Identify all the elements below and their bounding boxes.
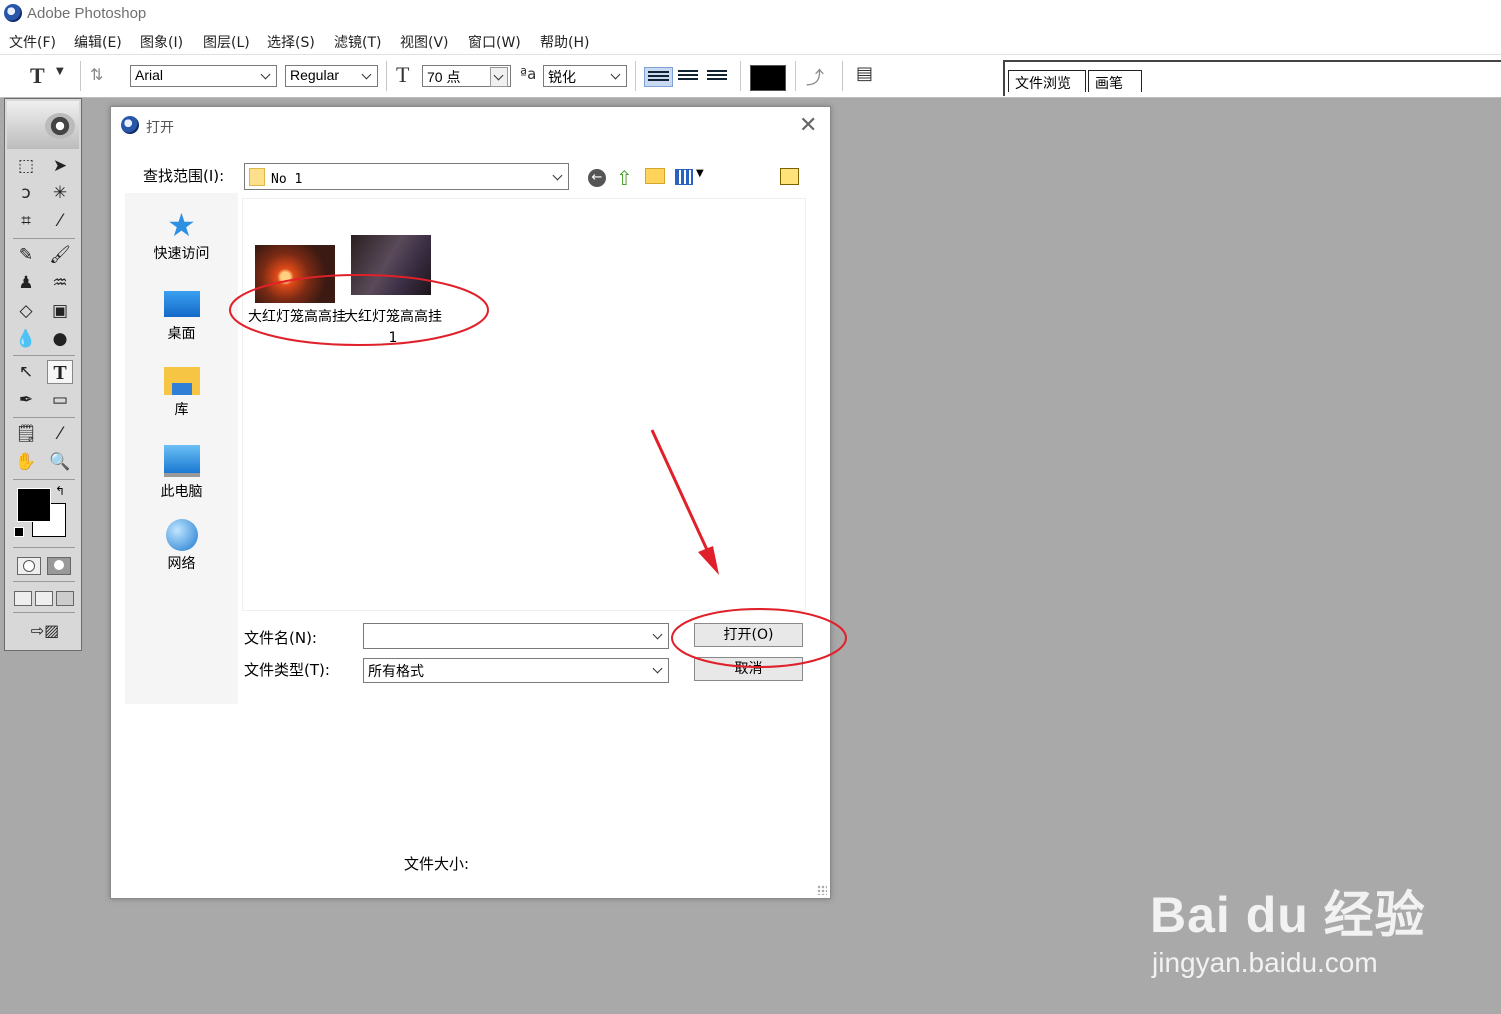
annotation-arrow-head — [698, 546, 719, 575]
watermark-brand: Bai du 经验 — [1150, 887, 1426, 943]
annotation-arrow-shaft — [650, 429, 710, 553]
annotation-ellipse-open — [671, 608, 847, 668]
watermark-url: jingyan.baidu.com — [1152, 947, 1378, 978]
foreground-color-swatch[interactable] — [17, 488, 51, 522]
annotation-ellipse-files — [229, 274, 489, 346]
annotation-overlay — [229, 274, 847, 668]
